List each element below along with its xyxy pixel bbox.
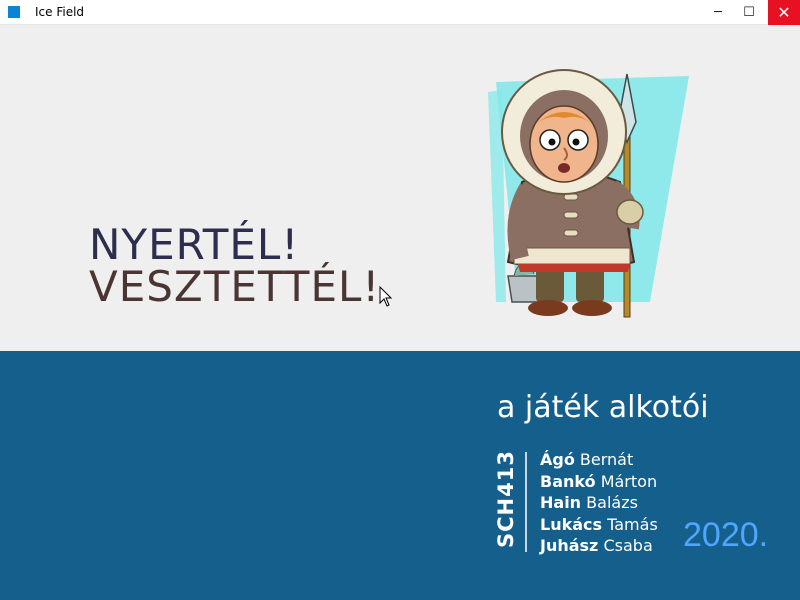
author-last-name: Lukács — [540, 514, 603, 534]
window-title: Ice Field — [35, 5, 85, 19]
author-first-name: Csaba — [603, 536, 653, 555]
author-item: Lukács Tamás — [540, 514, 658, 536]
mouse-pointer-icon — [379, 286, 393, 307]
author-first-name: Tamás — [607, 514, 658, 534]
author-last-name: Hain — [540, 493, 582, 512]
author-first-name: Bernát — [579, 450, 634, 469]
lose-message: VESZTETTÉL! — [89, 262, 381, 311]
close-button[interactable]: ✕ — [768, 0, 800, 25]
author-item: Bankó Márton — [540, 471, 658, 493]
maximize-button[interactable]: ☐ — [733, 0, 765, 25]
author-first-name: Márton — [600, 471, 658, 491]
author-item: Juhász Csaba — [540, 535, 658, 557]
credits-panel — [0, 351, 800, 600]
author-list: Ágó Bernát Bankó Márton Hain Balázs Luká… — [540, 449, 658, 557]
author-last-name: Juhász — [540, 536, 599, 555]
author-last-name: Bankó — [540, 471, 596, 491]
credits-title: a játék alkotói — [497, 390, 709, 425]
author-item: Hain Balázs — [540, 492, 658, 514]
year-label: 2020. — [683, 516, 769, 554]
left-boot — [536, 268, 564, 302]
window-title-bar: Ice Field ─ ☐ ✕ — [0, 0, 800, 25]
mitten — [616, 199, 644, 225]
author-item: Ágó Bernát — [540, 449, 658, 471]
eskimo-character-illustration — [488, 69, 689, 318]
team-code: SCH413 — [494, 450, 518, 548]
author-last-name: Ágó — [540, 450, 575, 469]
credits-divider — [525, 452, 527, 552]
author-first-name: Balázs — [586, 493, 638, 512]
minimize-button[interactable]: ─ — [702, 0, 734, 25]
right-boot — [576, 268, 604, 302]
app-icon — [8, 6, 20, 18]
